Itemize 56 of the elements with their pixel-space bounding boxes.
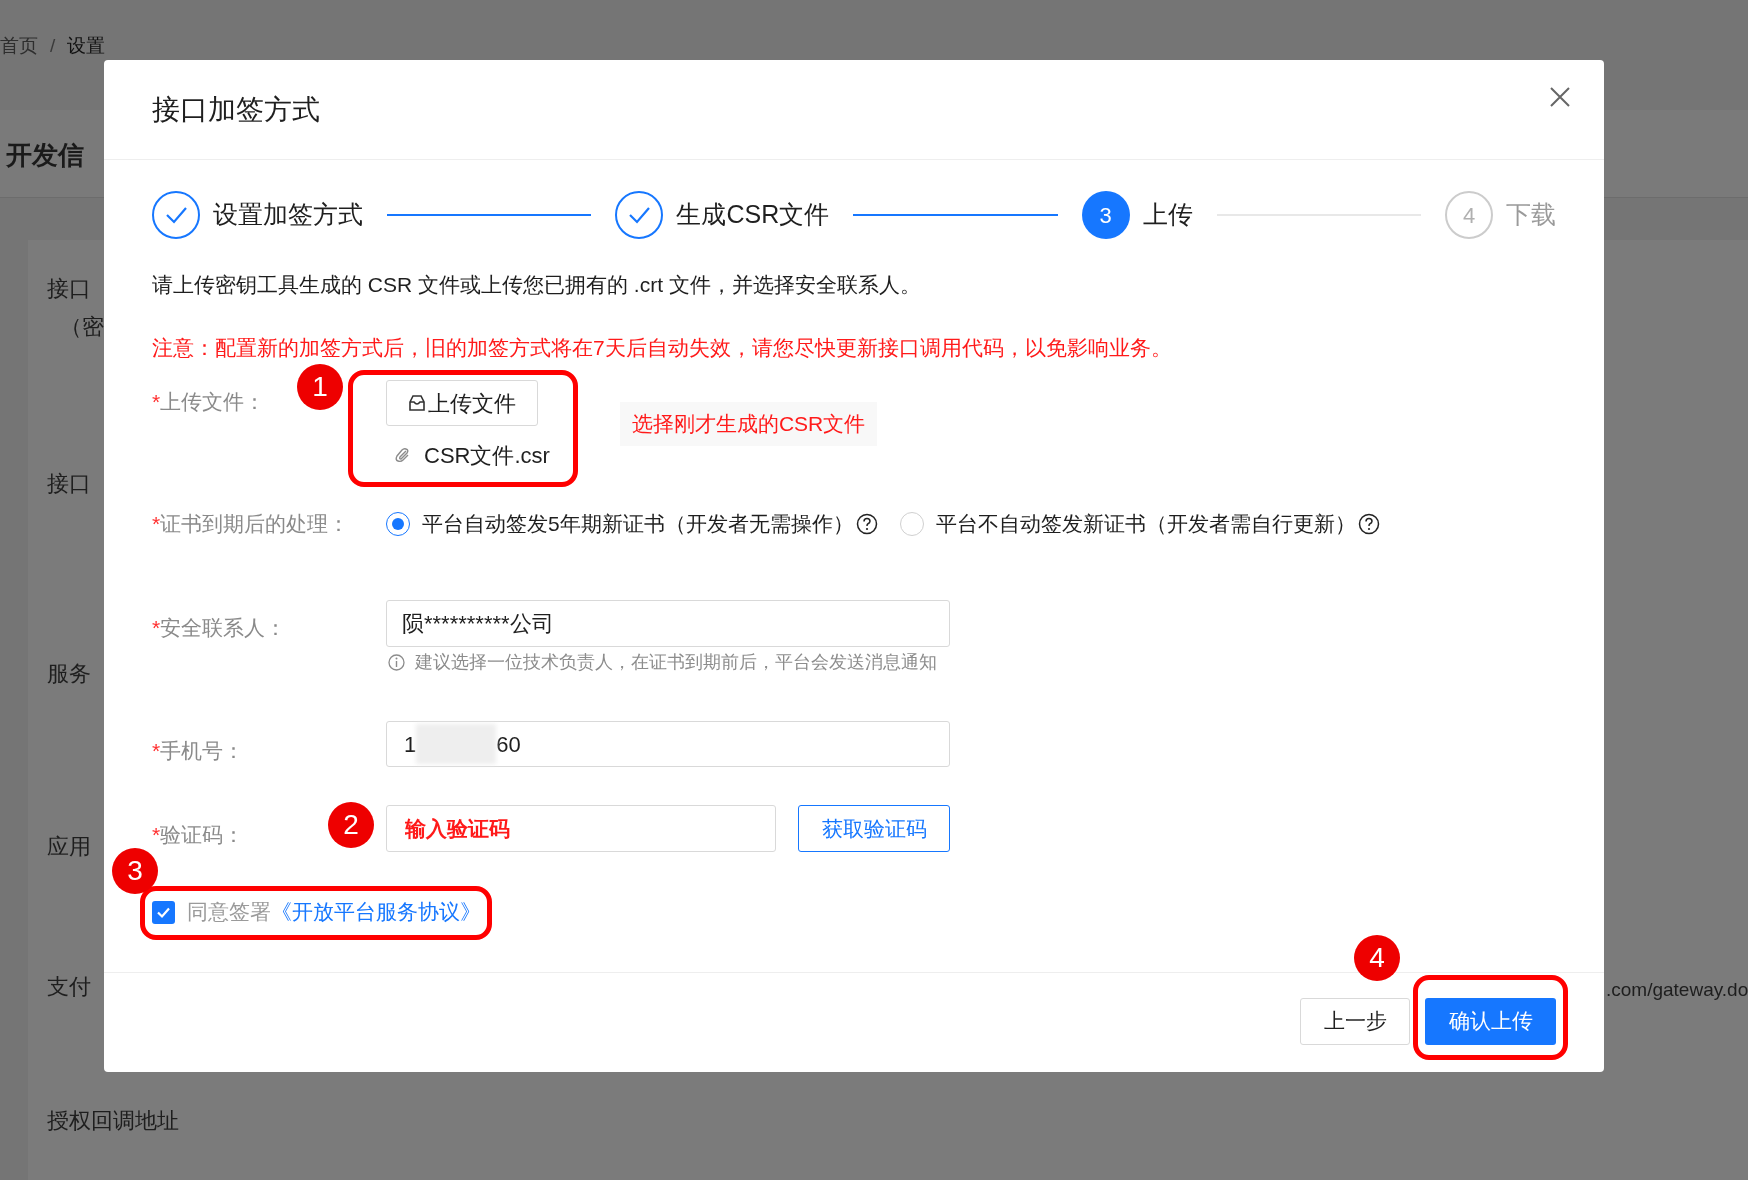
field-label: 服务 <box>47 660 91 688</box>
phone-field[interactable]: 1 60 <box>386 721 950 767</box>
radio-label[interactable]: 平台不自动签发新证书（开发者需自行更新） <box>935 508 1356 540</box>
breadcrumb-separator: / <box>50 34 56 58</box>
field-label: （密 <box>60 313 104 341</box>
info-icon <box>388 653 405 671</box>
url-text: .com/gateway.do <box>1606 978 1748 1002</box>
checkbox[interactable] <box>152 900 175 924</box>
confirm-upload-button[interactable]: 确认上传 <box>1425 997 1556 1045</box>
field-label: 接口 <box>47 275 91 303</box>
upload-button[interactable]: 上传文件 <box>386 380 538 426</box>
step-number: 3 <box>1081 191 1130 239</box>
radio-label[interactable]: 平台自动签发5年期新证书（开发者无需操作） <box>422 508 854 540</box>
required-mark: * <box>152 616 161 639</box>
number-badge: 3 <box>112 848 158 894</box>
required-mark: * <box>152 390 161 413</box>
required-mark: * <box>152 739 161 763</box>
step-label: 设置加签方式 <box>213 199 363 231</box>
breadcrumb-link[interactable]: 设置 <box>67 32 106 61</box>
field-label: 安全联系人： <box>160 616 287 639</box>
step-label: 下载 <box>1506 199 1556 231</box>
agreement-text: 同意签署《开放平台服务协议》 <box>187 899 481 926</box>
required-mark: * <box>152 822 161 846</box>
get-code-button[interactable]: 获取验证码 <box>798 805 950 852</box>
section-title: 开发信 <box>6 139 84 172</box>
help-icon <box>855 513 878 535</box>
field-label: 授权回调地址 <box>47 1107 179 1135</box>
notice-text: 注意：配置新的加签方式后，旧的加签方式将在7天后自动失效，请您尽快更新接口调用代码，以免影响业务。 <box>152 335 1173 361</box>
field-label: 接口 <box>47 470 91 498</box>
required-mark: * <box>152 512 161 536</box>
previous-step-button[interactable]: 上一步 <box>1300 997 1410 1045</box>
inbox-icon <box>408 394 426 412</box>
contact-field[interactable]: 陨**********公司 <box>386 600 950 647</box>
step-label: 生成CSR文件 <box>676 199 830 231</box>
agreement-link[interactable]: 《开放平台服务协议》 <box>271 900 481 924</box>
field-label: 手机号： <box>160 739 245 763</box>
step-label: 上传 <box>1142 199 1193 231</box>
code-field[interactable]: 输入验证码 <box>386 805 776 852</box>
field-label: 证书到期后的处理： <box>160 512 350 536</box>
number-badge: 4 <box>1354 935 1400 981</box>
description-text: 请上传密钥工具生成的 CSR 文件或上传您已拥有的 .crt 文件，并选择安全联系人。 <box>152 272 922 298</box>
field-label: 验证码： <box>160 822 245 846</box>
number-badge: 1 <box>297 364 343 410</box>
number-badge: 2 <box>328 802 374 848</box>
help-text: 建议选择一位技术负责人，在证书到期前后，平台会发送消息通知 <box>415 650 937 674</box>
hint-note: 选择刚才生成的CSR文件 <box>619 402 878 446</box>
step-number: 4 <box>1445 191 1493 239</box>
field-label: 上传文件： <box>160 390 266 413</box>
field-label: 应用 <box>47 833 91 861</box>
field-value: 60 <box>496 730 521 759</box>
dialog-title: 接口加签方式 <box>152 92 320 127</box>
close-icon <box>1549 85 1571 108</box>
field-value: 1 <box>404 730 417 759</box>
file-name[interactable]: CSR文件.csr <box>424 438 550 472</box>
field-label: 支付 <box>47 973 91 1001</box>
help-icon <box>1357 513 1380 535</box>
